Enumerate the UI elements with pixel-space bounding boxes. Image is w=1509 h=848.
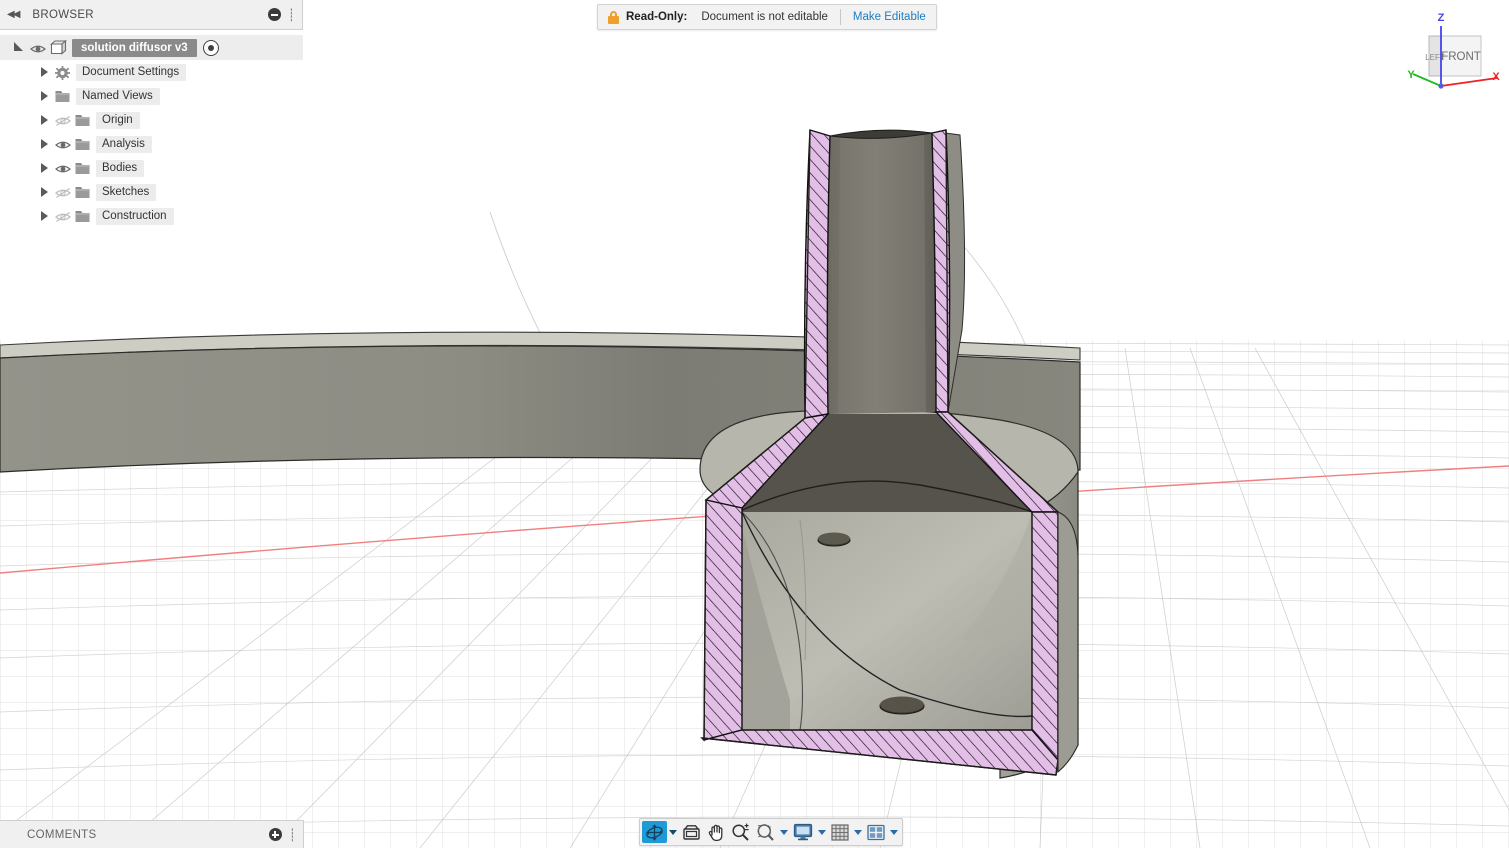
tree-item-label: Analysis bbox=[96, 136, 152, 153]
orbit-dropdown-caret-icon[interactable] bbox=[669, 830, 677, 835]
x-axis bbox=[1441, 78, 1497, 86]
eye-hidden-icon[interactable] bbox=[55, 114, 71, 126]
tree-root-label: solution diffusor v3 bbox=[72, 39, 197, 57]
x-axis-label: X bbox=[1492, 71, 1500, 83]
grid-snaps-button[interactable] bbox=[828, 821, 852, 843]
viewport-layout-icon bbox=[867, 824, 885, 841]
gear-icon bbox=[55, 66, 70, 79]
lock-icon bbox=[608, 11, 619, 24]
read-only-label: Read-Only: bbox=[626, 11, 687, 23]
look-at-button[interactable] bbox=[679, 821, 704, 843]
y-axis-label: Y bbox=[1407, 69, 1415, 81]
component-cube-icon bbox=[50, 40, 67, 55]
orbit-icon bbox=[645, 823, 664, 842]
grid-snaps-dropdown-caret-icon[interactable] bbox=[854, 830, 862, 835]
double-chevron-left-icon[interactable]: ◀◀ bbox=[7, 9, 18, 20]
view-cube-front-label: FRONT bbox=[1441, 51, 1481, 63]
banner-divider bbox=[840, 9, 841, 25]
tree-root-component[interactable]: solution diffusor v3 bbox=[0, 35, 303, 60]
view-cube[interactable]: LEFT FRONT Z Y X bbox=[1405, 8, 1501, 100]
folder-icon bbox=[75, 114, 90, 127]
browser-panel: ◀◀ BROWSER ┊ bbox=[0, 0, 303, 228]
orbit-button[interactable] bbox=[642, 821, 667, 843]
tree-item-document-settings[interactable]: Document Settings bbox=[0, 60, 303, 84]
read-only-message: Document is not editable bbox=[701, 11, 828, 23]
tree-item-construction[interactable]: Construction bbox=[0, 204, 303, 228]
comments-title: COMMENTS bbox=[27, 829, 96, 841]
collapse-minus-icon[interactable] bbox=[268, 8, 281, 21]
resize-grip-icon[interactable]: ┊ bbox=[288, 9, 295, 21]
navigation-toolbar bbox=[639, 818, 903, 846]
tree-item-label: Construction bbox=[96, 208, 174, 225]
browser-tree: solution diffusor v3 bbox=[0, 30, 303, 228]
expand-arrow-icon[interactable] bbox=[40, 139, 49, 150]
read-only-banner: Read-Only: Document is not editable Make… bbox=[597, 4, 937, 30]
tree-item-origin[interactable]: Origin bbox=[0, 108, 303, 132]
viewports-button[interactable] bbox=[864, 821, 888, 843]
add-comment-plus-icon[interactable] bbox=[269, 828, 282, 841]
folder-icon bbox=[75, 162, 90, 175]
comments-panel[interactable]: COMMENTS ┊ bbox=[0, 820, 304, 848]
zoom-window-icon bbox=[756, 823, 775, 842]
eye-hidden-icon[interactable] bbox=[55, 186, 71, 198]
tree-item-label: Bodies bbox=[96, 160, 144, 177]
folder-icon bbox=[75, 210, 90, 223]
tree-item-named-views[interactable]: Named Views bbox=[0, 84, 303, 108]
display-settings-button[interactable] bbox=[790, 821, 816, 843]
display-monitor-icon bbox=[793, 823, 813, 841]
expand-arrow-icon[interactable] bbox=[40, 115, 49, 126]
display-settings-dropdown-caret-icon[interactable] bbox=[818, 830, 826, 835]
folder-icon bbox=[75, 186, 90, 199]
expand-arrow-icon[interactable] bbox=[40, 187, 49, 198]
z-axis-label: Z bbox=[1438, 12, 1445, 24]
activate-target-icon[interactable] bbox=[203, 40, 219, 56]
folder-icon bbox=[55, 90, 70, 103]
grid-icon bbox=[831, 824, 849, 841]
browser-title: BROWSER bbox=[32, 9, 94, 21]
expand-arrow-icon[interactable] bbox=[40, 211, 49, 222]
pan-hand-icon bbox=[707, 823, 725, 842]
tree-item-label: Origin bbox=[96, 112, 140, 129]
tree-item-sketches[interactable]: Sketches bbox=[0, 180, 303, 204]
zoom-button[interactable] bbox=[728, 821, 753, 843]
eye-visible-icon[interactable] bbox=[30, 42, 46, 54]
tree-item-label: Document Settings bbox=[76, 64, 186, 81]
expand-arrow-icon[interactable] bbox=[40, 67, 49, 78]
eye-hidden-icon[interactable] bbox=[55, 210, 71, 222]
expand-arrow-icon[interactable] bbox=[40, 163, 49, 174]
browser-header: ◀◀ BROWSER ┊ bbox=[0, 0, 303, 30]
eye-visible-icon[interactable] bbox=[55, 138, 71, 150]
folder-icon bbox=[75, 138, 90, 151]
pan-button[interactable] bbox=[704, 821, 728, 843]
base-cap-right bbox=[1058, 512, 1078, 772]
tree-item-label: Named Views bbox=[76, 88, 160, 105]
tree-item-label: Sketches bbox=[96, 184, 156, 201]
zoom-magnifier-icon bbox=[731, 823, 750, 842]
make-editable-link[interactable]: Make Editable bbox=[853, 11, 926, 23]
fit-dropdown-caret-icon[interactable] bbox=[780, 830, 788, 835]
look-at-icon bbox=[682, 824, 701, 841]
resize-grip-icon[interactable]: ┊ bbox=[289, 829, 296, 841]
viewports-dropdown-caret-icon[interactable] bbox=[890, 830, 898, 835]
expand-arrow-icon[interactable] bbox=[40, 91, 49, 102]
tree-item-bodies[interactable]: Bodies bbox=[0, 156, 303, 180]
tree-item-analysis[interactable]: Analysis bbox=[0, 132, 303, 156]
expand-arrow-root-icon[interactable] bbox=[14, 42, 25, 54]
fusion-app-window: Read-Only: Document is not editable Make… bbox=[0, 0, 1509, 848]
fit-button[interactable] bbox=[753, 821, 778, 843]
eye-visible-icon[interactable] bbox=[55, 162, 71, 174]
axis-origin bbox=[1438, 83, 1443, 88]
